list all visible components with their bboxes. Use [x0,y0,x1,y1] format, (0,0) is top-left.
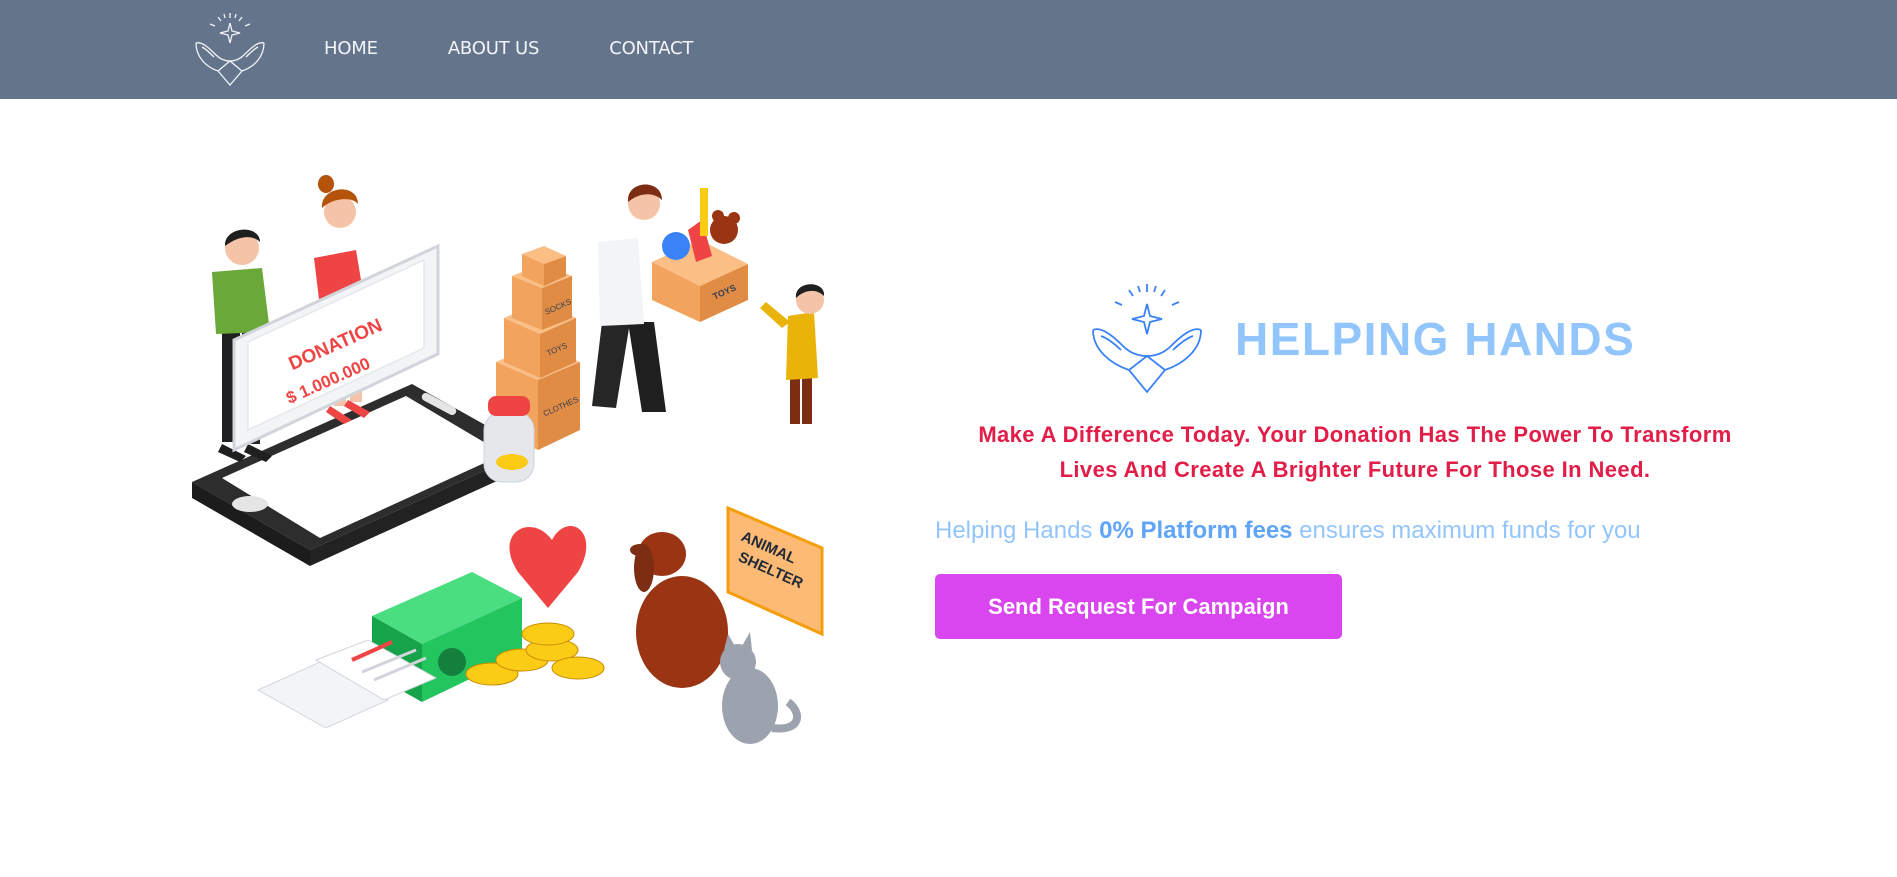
send-request-campaign-button[interactable]: Send Request For Campaign [935,574,1342,639]
brand-title: HELPING HANDS [1235,313,1636,365]
child-figure [760,284,825,424]
tagline: Make A Difference Today. Your Donation H… [935,417,1775,487]
helping-hands-logo-icon[interactable] [188,9,272,89]
dog-figure [630,532,728,688]
nav-about-link[interactable]: ABOUT US [448,38,540,59]
brand-header: HELPING HANDS [1085,280,1635,398]
nav-home-link[interactable]: HOME [324,38,378,59]
heart-icon [509,526,587,608]
animal-shelter-sign: ANIMAL SHELTER [726,505,824,637]
navbar: HOME ABOUT US CONTACT [0,0,1897,99]
tagline-line-1: Make A Difference Today. Your Donation H… [978,422,1732,447]
cat-figure [720,632,801,744]
fees-suffix: ensures maximum funds for you [1292,517,1641,544]
mail-letters [256,639,438,729]
tagline-line-2: Lives And Create A Brighter Future For T… [1059,457,1651,482]
fees-prefix: Helping Hands [935,517,1100,544]
fees-highlight: 0% Platform fees [1099,517,1293,544]
donation-illustration: DONATION $ 1.000.000 SOCKS TOYS CLOTHES [192,175,825,744]
money-jar [483,396,535,483]
volunteer-figure: TOYS [592,184,748,412]
platform-fees-text: Helping Hands 0% Platform fees ensures m… [935,517,1641,545]
helping-hands-logo-icon [1092,284,1202,394]
nav-links: HOME ABOUT US CONTACT [324,38,763,59]
nav-contact-link[interactable]: CONTACT [609,38,693,59]
